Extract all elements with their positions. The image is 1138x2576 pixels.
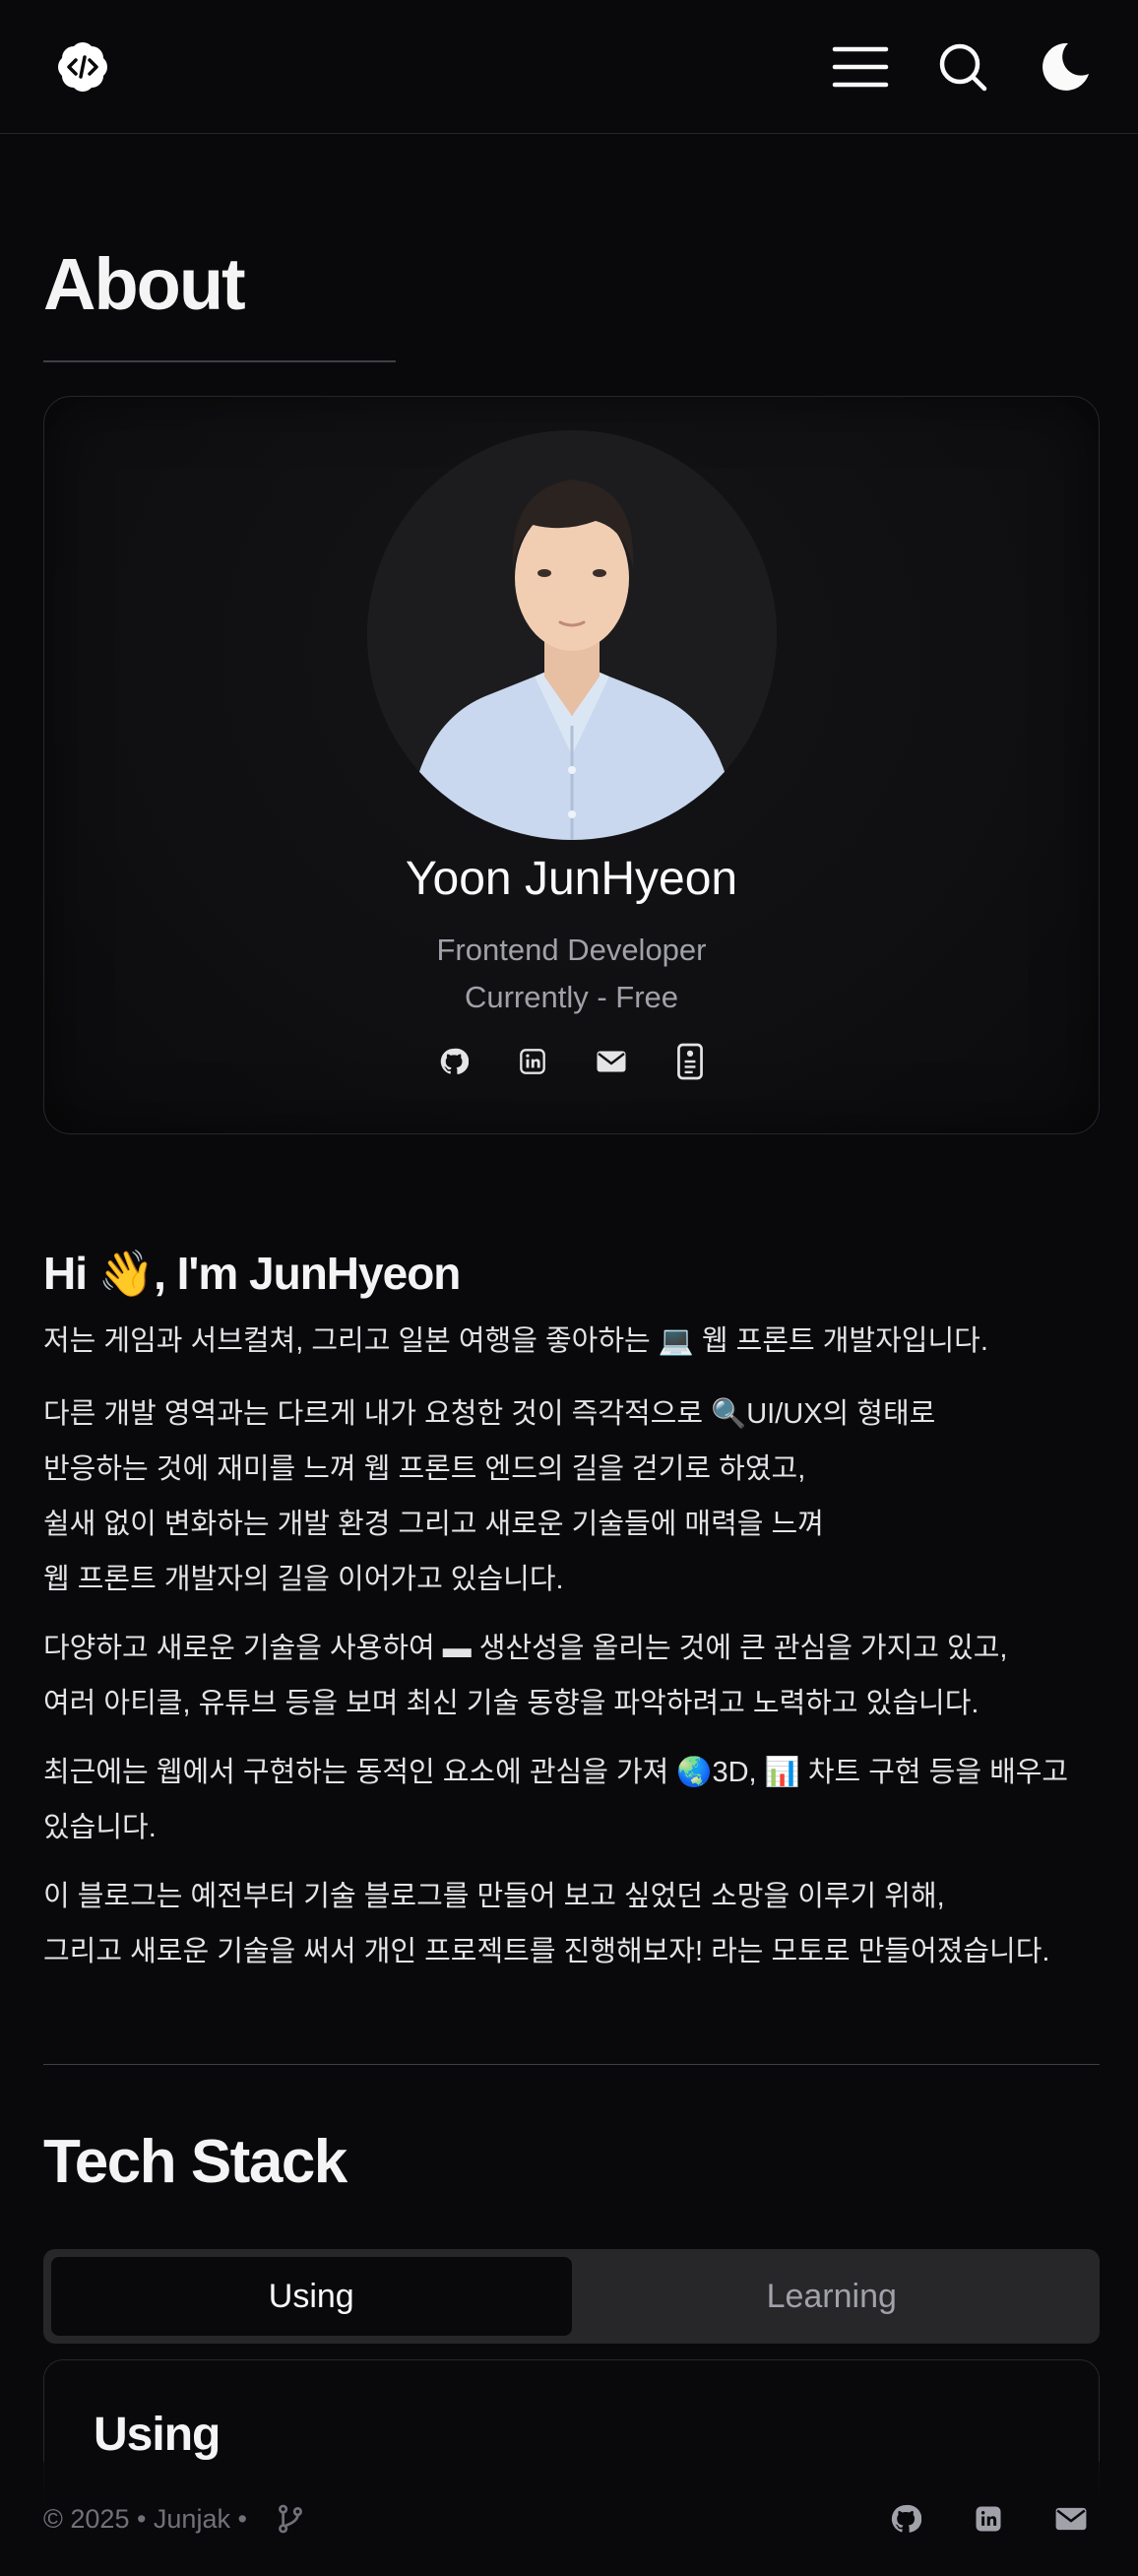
footer-left: © 2025 • Junjak • — [43, 2501, 308, 2537]
linkedin-icon[interactable] — [971, 2501, 1006, 2537]
intro-line: 쉴새 없이 변화하는 개발 환경 그리고 새로운 기술들에 매력을 느껴 — [43, 1509, 824, 1540]
intro-line: 최근에는 웹에서 구현하는 동적인 요소에 관심을 가져 🌏3D, 📊 차트 구… — [43, 1757, 1069, 1788]
profile-name: Yoon JunHyeon — [405, 853, 738, 905]
tab-learning[interactable]: Learning — [572, 2257, 1093, 2336]
panel-title: Using — [94, 2409, 221, 2461]
search-icon[interactable] — [933, 37, 992, 97]
intro-text: 저는 게임과 서브컬쳐, 그리고 일본 여행을 좋아하는 💻 웹 프론트 개발자… — [43, 1314, 1106, 1993]
intro-paragraph: 저는 게임과 서브컬쳐, 그리고 일본 여행을 좋아하는 💻 웹 프론트 개발자… — [43, 1314, 1106, 1369]
moon-icon[interactable] — [1036, 37, 1095, 97]
intro-line: 다른 개발 영역과는 다르게 내가 요청한 것이 즉각적으로 🔍UI/UX의 형… — [43, 1398, 936, 1430]
profile-social-links — [44, 1043, 1099, 1080]
page-title: About — [43, 243, 246, 325]
hamburger-icon[interactable] — [831, 37, 890, 97]
tab-using[interactable]: Using — [51, 2257, 572, 2336]
profile-status: Currently - Free — [464, 980, 679, 1014]
profile-card: Yoon JunHyeon Frontend Developer Current… — [43, 396, 1100, 1134]
intro-line: 저는 게임과 서브컬쳐, 그리고 일본 여행을 좋아하는 💻 웹 프론트 개발자… — [43, 1325, 988, 1357]
mail-icon[interactable] — [1053, 2501, 1089, 2537]
avatar — [367, 430, 777, 840]
intro-line: 이 블로그는 예전부터 기술 블로그를 만들어 보고 싶었던 소망을 이루기 위… — [43, 1881, 945, 1912]
header-actions — [831, 37, 1095, 97]
footer-social-links — [888, 2501, 1095, 2537]
github-icon[interactable] — [888, 2501, 923, 2537]
profile-role: Frontend Developer — [436, 933, 707, 967]
resume-icon[interactable] — [674, 1043, 706, 1080]
intro-paragraph: 다양하고 새로운 기술을 사용하여 ▬ 생산성을 올리는 것에 큰 관심을 가지… — [43, 1621, 1106, 1731]
intro-heading: Hi 👋, I'm JunHyeon — [43, 1247, 461, 1301]
intro-paragraph: 최근에는 웹에서 구현하는 동적인 요소에 관심을 가져 🌏3D, 📊 차트 구… — [43, 1745, 1106, 1855]
mail-icon[interactable] — [596, 1043, 627, 1080]
intro-paragraph: 다른 개발 영역과는 다르게 내가 요청한 것이 즉각적으로 🔍UI/UX의 형… — [43, 1386, 1106, 1607]
intro-heading-suffix: , I'm JunHyeon — [154, 1248, 461, 1299]
intro-line: 반응하는 것에 재미를 느껴 웹 프론트 엔드의 길을 걷기로 하였고, — [43, 1453, 806, 1485]
copyright-text: © 2025 • Junjak • — [43, 2503, 247, 2534]
tech-stack-tabs: Using Learning — [43, 2249, 1100, 2344]
intro-line: 다양하고 새로운 기술을 사용하여 ▬ 생산성을 올리는 것에 큰 관심을 가지… — [43, 1633, 1008, 1664]
github-icon[interactable] — [438, 1043, 470, 1080]
intro-heading-prefix: Hi — [43, 1248, 98, 1299]
site-footer: © 2025 • Junjak • — [0, 2462, 1138, 2576]
git-branch-icon[interactable] — [273, 2501, 308, 2537]
code-flower-logo-icon[interactable] — [53, 37, 112, 97]
waving-hand-icon: 👋 — [97, 1247, 155, 1300]
intro-line: 웹 프론트 개발자의 길을 이어가고 있습니다. — [43, 1564, 564, 1595]
section-divider — [43, 2064, 1100, 2065]
linkedin-icon[interactable] — [517, 1043, 548, 1080]
tech-stack-title: Tech Stack — [43, 2128, 348, 2196]
site-header — [0, 0, 1138, 134]
intro-line: 있습니다. — [43, 1812, 157, 1843]
title-divider — [43, 360, 396, 362]
intro-line: 그리고 새로운 기술을 써서 개인 프로젝트를 진행해보자! 라는 모토로 만들… — [43, 1936, 1050, 1967]
intro-line: 여러 아티클, 유튜브 등을 보며 최신 기술 동향을 파악하려고 노력하고 있… — [43, 1688, 980, 1719]
intro-paragraph: 이 블로그는 예전부터 기술 블로그를 만들어 보고 싶었던 소망을 이루기 위… — [43, 1869, 1106, 1979]
